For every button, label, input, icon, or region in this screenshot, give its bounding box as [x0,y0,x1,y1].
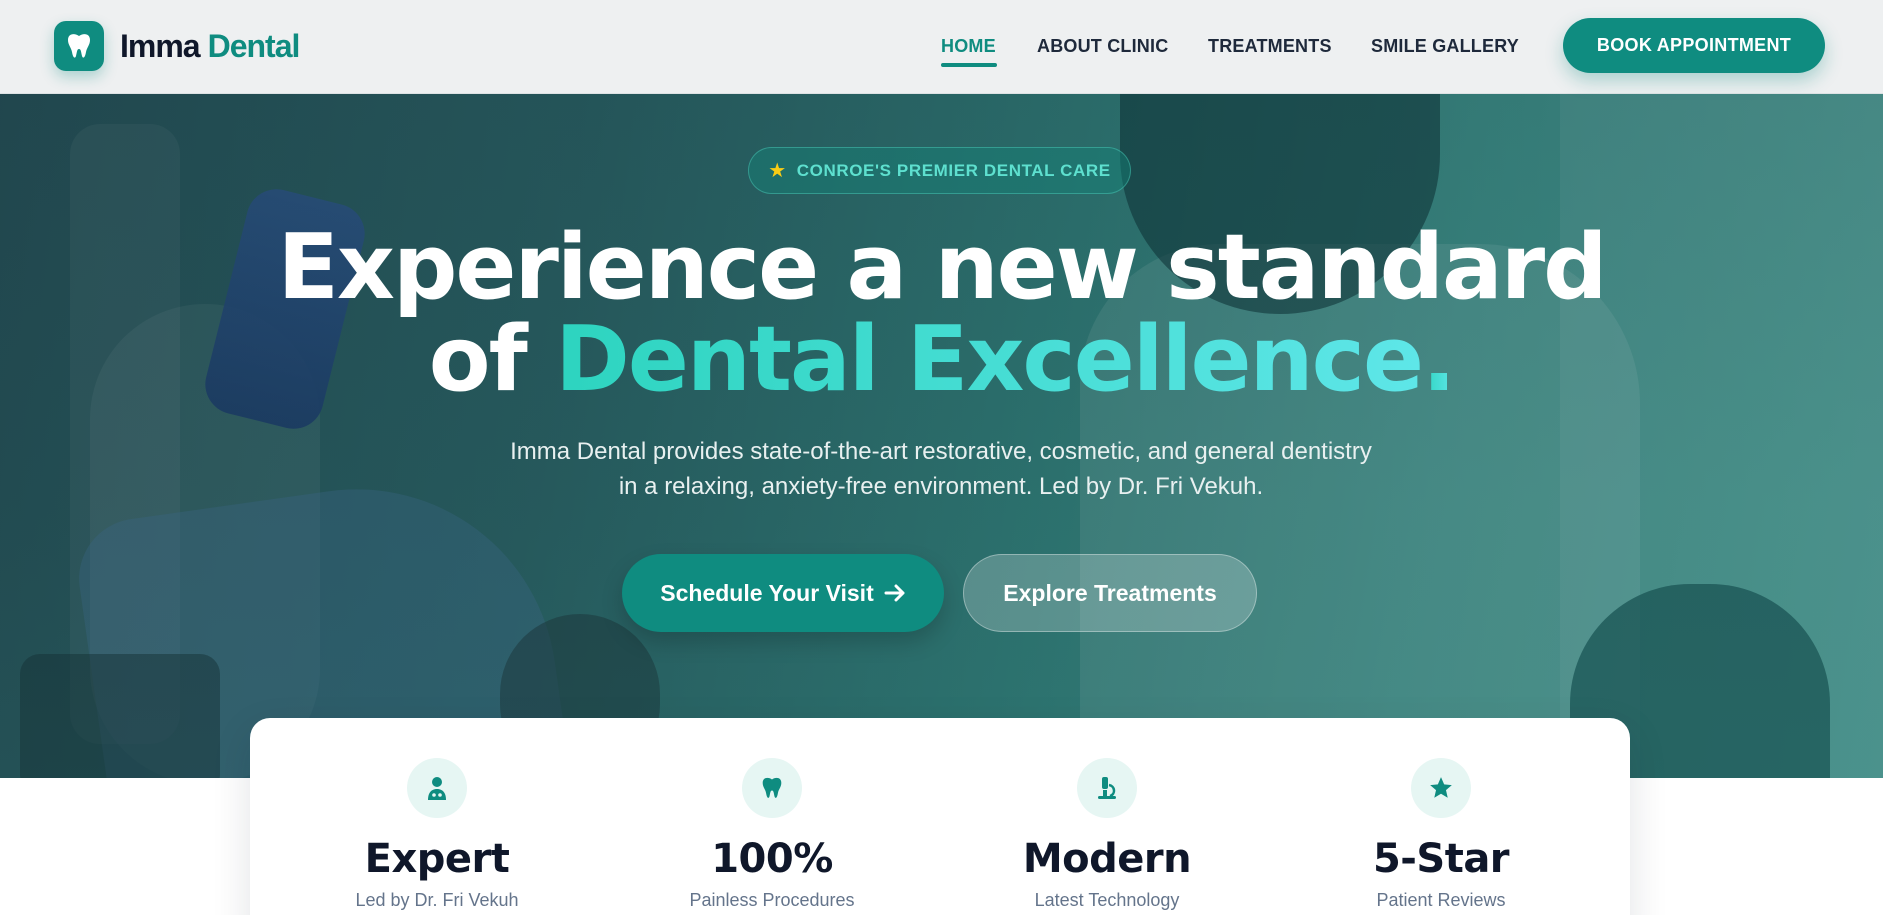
tooth-icon [742,758,802,818]
hero-section: ★ CONROE'S PREMIER DENTAL CARE Experienc… [0,94,1883,778]
stat-label: Latest Technology [1034,890,1180,910]
stats-card: Expert Led by Dr. Fri Vekuh 100% Painles… [250,718,1630,915]
hero-badge: ★ CONROE'S PREMIER DENTAL CARE [748,147,1131,194]
hero-subtitle-line1: Imma Dental provides state-of-the-art re… [510,438,1372,465]
hero-subtitle: Imma Dental provides state-of-the-art re… [441,434,1441,504]
hero-badge-text: CONROE'S PREMIER DENTAL CARE [796,160,1111,180]
brand-name-part1: Imma [120,27,201,64]
brand-name: Imma Dental [120,27,301,65]
stat-label: Painless Procedures [689,890,855,910]
explore-treatments-button[interactable]: Explore Treatments [963,554,1257,632]
nav-active-indicator [941,63,997,67]
stat-modern: Modern Latest Technology [957,758,1257,911]
nav-about-clinic[interactable]: ABOUT CLINIC [1037,36,1168,57]
headline-period: . [1422,307,1456,412]
arrow-right-icon [884,584,905,602]
brand-logo[interactable]: Imma Dental [54,21,301,71]
nav-smile-gallery[interactable]: SMILE GALLERY [1371,36,1519,57]
book-appointment-button[interactable]: BOOK APPOINTMENT [1563,18,1825,73]
stat-reviews: 5-Star Patient Reviews [1291,758,1591,911]
doctor-icon [407,758,467,818]
stat-label: Led by Dr. Fri Vekuh [355,890,519,910]
site-header: Imma Dental HOME ABOUT CLINIC TREATMENTS … [0,0,1883,94]
stat-painless: 100% Painless Procedures [622,758,922,911]
schedule-visit-button[interactable]: Schedule Your Visit [622,554,944,632]
schedule-visit-label: Schedule Your Visit [660,579,874,606]
stat-value: Expert [364,836,510,882]
stat-value: 5-Star [1372,836,1510,882]
star-icon: ★ [768,159,787,182]
hero-headline: Experience a new standard of Dental Exce… [0,222,1883,406]
stat-value: Modern [1022,836,1192,882]
stat-expert: Expert Led by Dr. Fri Vekuh [287,758,587,911]
hero-subtitle-line2: in a relaxing, anxiety-free environment.… [618,473,1264,500]
microscope-icon [1077,758,1137,818]
stat-value: 100% [711,836,833,882]
headline-line1: Experience a new standard [277,215,1607,320]
nav-treatments[interactable]: TREATMENTS [1208,36,1332,57]
brand-name-part2: Dental [207,27,301,64]
star-icon [1411,758,1471,818]
tooth-icon [54,21,104,71]
headline-accent: Dental Excellence [555,307,1424,412]
stat-label: Patient Reviews [1376,890,1506,910]
headline-line2-prefix: of [428,307,528,412]
nav-home[interactable]: HOME [941,36,996,57]
